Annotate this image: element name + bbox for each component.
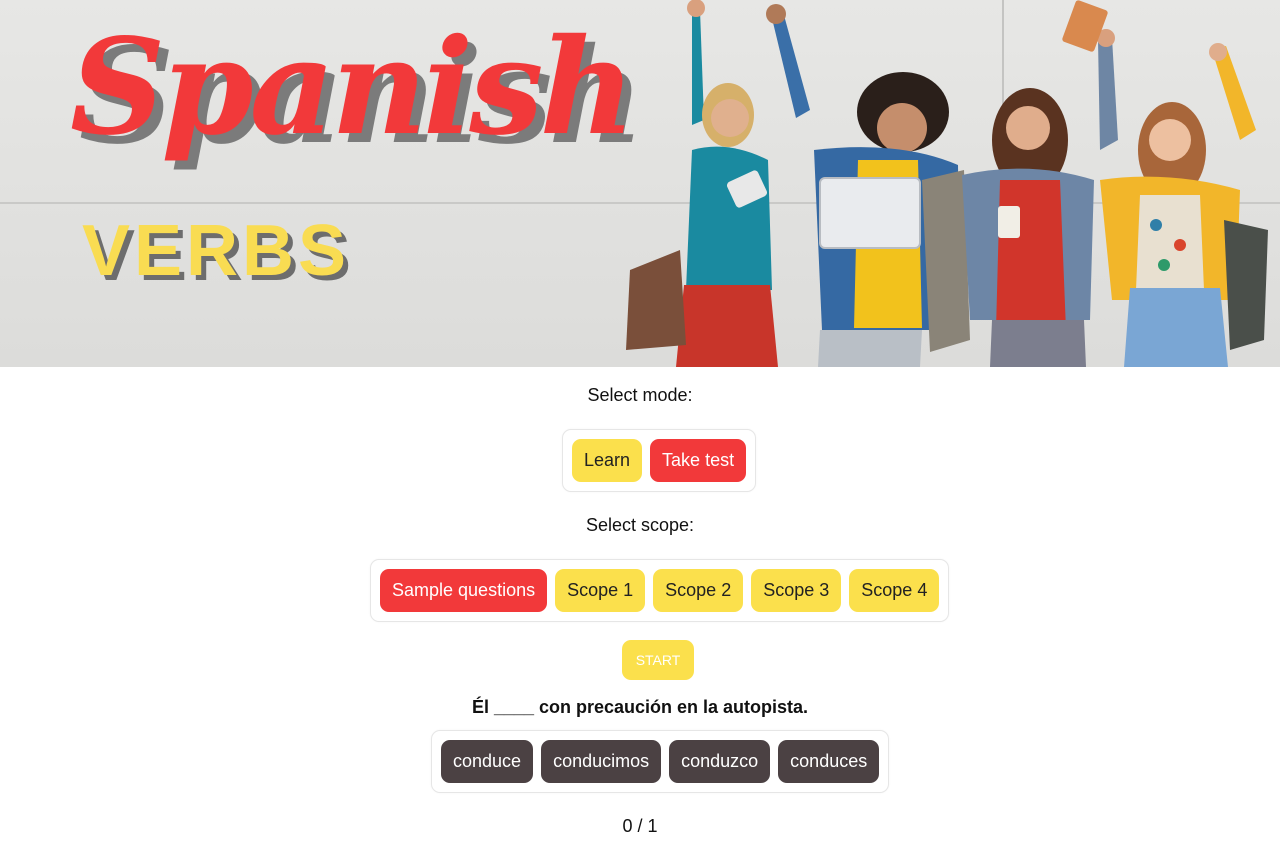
answer-options: conduce conducimos conduzco conduces — [431, 730, 890, 793]
start-button[interactable]: START — [622, 640, 694, 680]
answer-option-conduce[interactable]: conduce — [441, 740, 534, 783]
scope-1-button[interactable]: Scope 1 — [555, 569, 646, 612]
hero-banner: Spanish VERBS — [0, 0, 1280, 367]
mode-selector: Learn Take test — [562, 429, 757, 492]
logo-verbs: VERBS — [82, 211, 351, 291]
scope-selector: Sample questions Scope 1 Scope 2 Scope 3… — [370, 559, 950, 622]
select-mode-label: Select mode: — [587, 385, 693, 405]
answer-option-conduces[interactable]: conduces — [778, 740, 880, 783]
answer-option-conduzco[interactable]: conduzco — [669, 740, 771, 783]
question-text: Él ____ con precaución en la autopista. — [471, 697, 809, 717]
answer-option-conducimos[interactable]: conducimos — [541, 740, 662, 783]
score-counter: 0 / 1 — [622, 816, 658, 836]
students-photo — [600, 0, 1280, 367]
select-scope-label: Select scope: — [585, 515, 695, 535]
scope-sample-questions-button[interactable]: Sample questions — [380, 569, 548, 612]
mode-learn-button[interactable]: Learn — [572, 439, 643, 482]
scope-3-button[interactable]: Scope 3 — [751, 569, 842, 612]
mode-take-test-button[interactable]: Take test — [650, 439, 747, 482]
scope-4-button[interactable]: Scope 4 — [849, 569, 940, 612]
logo-spanish: Spanish — [70, 10, 636, 165]
scope-2-button[interactable]: Scope 2 — [653, 569, 744, 612]
